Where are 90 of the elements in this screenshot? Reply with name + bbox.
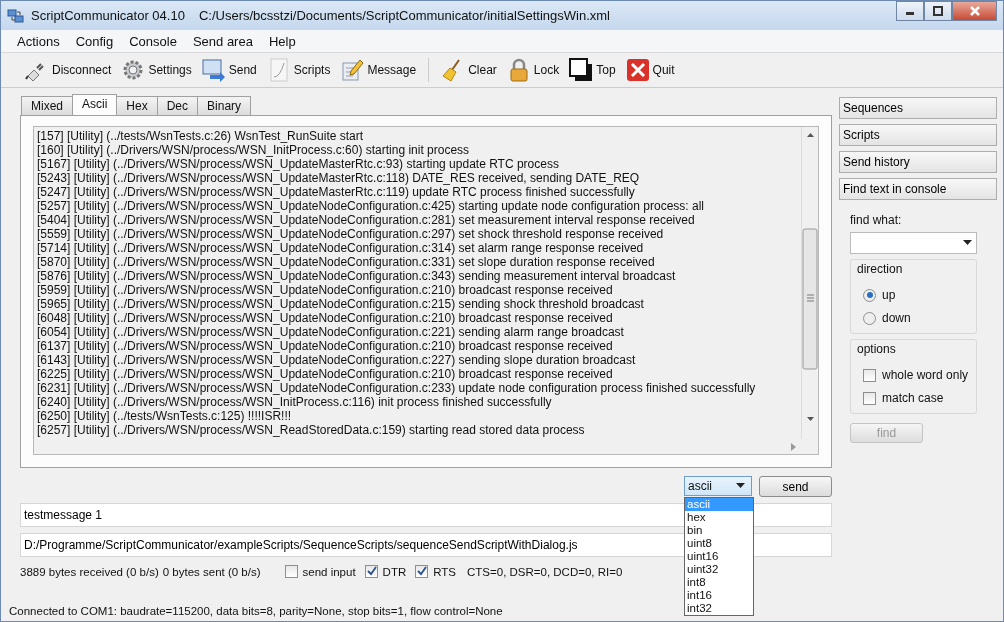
dropdown-arrow-icon [736, 483, 745, 489]
group-title: direction [857, 262, 904, 276]
panel-button[interactable]: Scripts [839, 124, 997, 146]
console-line: [6143] [Utility] (../Drivers/WSN/process/WSN_UpdateNodeConfiguration.c:227) sending slope duration broadcast [37, 353, 637, 367]
console-line: [6054] [Utility] (../Drivers/WSN/process/WSN_UpdateNodeConfiguration.c:221) sending alarm range broadcast [37, 325, 625, 339]
panel-button[interactable]: Send history [839, 151, 997, 173]
console-line: [5167] [Utility] (../Drivers/WSN/process/WSN_UpdateMasterRtc.c:93) starting update RTC process [37, 157, 560, 171]
checkbox-label: DTR [382, 565, 407, 578]
window-title: ScriptCommunicator 04.10 [31, 8, 185, 23]
dropdown-option[interactable]: int32 [685, 602, 753, 615]
console-line: [6240] [Utility] (../Drivers/WSN/process/WSN_InitProcess.c:116) init process finished successfully [37, 395, 553, 409]
dropdown-option[interactable]: uint32 [685, 563, 753, 576]
find-what-label: find what: [850, 213, 903, 227]
console-line: [6137] [Utility] (../Drivers/WSN/process/WSN_UpdateNodeConfiguration.c:210) broadcast response received [37, 339, 614, 353]
file-path: C:/Users/bcsstzi/Documents/ScriptCommunicator/initialSettingsWin.xml [198, 8, 610, 23]
toolbar-button[interactable]: Message [338, 56, 419, 84]
panel-button[interactable]: Sequences [839, 97, 997, 119]
tab[interactable]: Mixed [21, 96, 73, 115]
console-line: [6231] [Utility] (../Drivers/WSN/process/WSN_UpdateNodeConfiguration.c:233) update node configuration process finished successfully [37, 381, 757, 395]
console-line: [5870] [Utility] (../Drivers/WSN/process/WSN_UpdateNodeConfiguration.c:331) set slope duration response received [37, 255, 656, 269]
console-line: [5243] [Utility] (../Drivers/WSN/process/WSN_UpdateMasterRtc.c:118) DATE_RES received, sending DATE_REQ [37, 171, 641, 185]
checkbox-label: RTS [433, 565, 457, 578]
tab[interactable]: Binary [197, 96, 252, 115]
checkbox-label: send input [302, 565, 356, 578]
send-button[interactable]: send [759, 476, 832, 497]
console-line: [6257] [Utility] (../Drivers/WSN/process/WSN_ReadStoredData.c:159) starting read stored data process [37, 423, 586, 437]
console-line: [6250] [Utility] (../tests/WsnTests.c:125) !!!!ISR!!! [37, 409, 293, 423]
toolbar-button[interactable]: Quit [623, 56, 677, 84]
checkbox[interactable] [364, 565, 378, 578]
console-line: [5257] [Utility] (../Drivers/WSN/process/WSN_UpdateNodeConfiguration.c:425) starting update node configuration process: all [37, 199, 705, 213]
toolbar-button[interactable]: Top [567, 56, 618, 84]
console-line: [160] [Utility] (../Drivers/WSN/process/WSN_InitProcess.c:60) starting init process [37, 143, 471, 157]
notepad-pencil-icon [340, 58, 365, 82]
radio-button[interactable] [863, 311, 876, 325]
toolbar-button[interactable]: Lock [504, 56, 562, 84]
screen-arrow-icon [201, 58, 226, 82]
dropdown-arrow-icon [963, 240, 972, 246]
tab[interactable]: Dec [156, 96, 199, 115]
radio-label: down [882, 311, 911, 325]
toolbar-button[interactable]: Disconnect [23, 56, 114, 84]
scroll-right-arrow-icon [789, 441, 797, 452]
radio-label: up [882, 288, 896, 302]
dropdown-option[interactable]: uint8 [685, 537, 753, 550]
console-line: [157] [Utility] (../tests/WsnTests.c:26) WsnTest_RunSuite start [37, 129, 365, 143]
checkbox-label: match case [882, 391, 944, 405]
console-line: [5959] [Utility] (../Drivers/WSN/process/WSN_UpdateNodeConfiguration.c:210) broadcast response received [37, 283, 614, 297]
checkbox[interactable] [284, 565, 298, 578]
checkbox[interactable] [863, 391, 876, 405]
line-status-text: CTS=0, DSR=0, DCD=0, RI=0 [467, 565, 623, 578]
close-icon [968, 5, 981, 17]
console-line: [6225] [Utility] (../Drivers/WSN/process/WSN_UpdateNodeConfiguration.c:210) broadcast response received [37, 367, 614, 381]
console-line: [5965] [Utility] (../Drivers/WSN/process/WSN_UpdateNodeConfiguration.c:215) sending shock threshold broadcast [37, 297, 645, 311]
menu-item[interactable]: Help [260, 31, 304, 51]
tab[interactable]: Hex [116, 96, 158, 115]
maximize-icon [933, 6, 943, 16]
console-line: [5876] [Utility] (../Drivers/WSN/process/WSN_UpdateNodeConfiguration.c:343) sending measurement interval broadcast [37, 269, 677, 283]
menu-item[interactable]: Actions [9, 31, 68, 51]
panel-button[interactable]: Find text in console [839, 178, 997, 200]
toolbar-button[interactable]: Clear [439, 56, 499, 84]
console-line: [5559] [Utility] (../Drivers/WSN/process/WSN_UpdateNodeConfiguration.c:297) set shock threshold response received [37, 227, 665, 241]
dropdown-option[interactable]: int16 [685, 589, 753, 602]
dropdown-option[interactable]: hex [685, 511, 753, 524]
console-line: [6048] [Utility] (../Drivers/WSN/process/WSN_UpdateNodeConfiguration.c:210) broadcast response received [37, 311, 614, 325]
stacked-windows-icon [569, 58, 594, 82]
console-line: [5247] [Utility] (../Drivers/WSN/process/WSN_UpdateMasterRtc.c:119) update RTC process finished successfully [37, 185, 636, 199]
minimize-button[interactable] [896, 1, 924, 21]
radio-button[interactable] [863, 288, 876, 302]
bytes-received-text: 3889 bytes received (0 b/s) [20, 565, 159, 578]
maximize-button[interactable] [924, 1, 952, 21]
dropdown-option[interactable]: int8 [685, 576, 753, 589]
checkbox[interactable] [863, 368, 876, 382]
toolbar-button[interactable]: Scripts [264, 56, 333, 84]
checkbox-label: whole word only [882, 368, 969, 382]
tab[interactable]: Ascii [72, 94, 118, 115]
status-text: Connected to COM1: baudrate=115200, data bits=8, parity=None, stop bits=1, flow control=None [9, 605, 503, 617]
app-icon [7, 7, 25, 24]
console-line: [5404] [Utility] (../Drivers/WSN/process/WSN_UpdateNodeConfiguration.c:281) set measurement interval response received [37, 213, 696, 227]
bytes-sent-text: 0 bytes sent (0 b/s) [162, 565, 261, 578]
toolbar-button[interactable]: Settings [119, 56, 194, 84]
menu-item[interactable]: Console [121, 31, 185, 51]
console-line: [5714] [Utility] (../Drivers/WSN/process/WSN_UpdateNodeConfiguration.c:314) set alarm range response received [37, 241, 645, 255]
toolbar-button[interactable]: Send [199, 56, 259, 84]
close-button[interactable] [952, 1, 997, 21]
x-mark-icon [625, 58, 650, 82]
vertical-scrollbar[interactable] [801, 127, 818, 439]
checkbox[interactable] [415, 565, 429, 578]
menu-item[interactable]: Config [67, 31, 122, 51]
group-title: options [857, 342, 897, 356]
menu-item[interactable]: Send area [184, 31, 261, 51]
find-what-field[interactable] [850, 232, 977, 254]
